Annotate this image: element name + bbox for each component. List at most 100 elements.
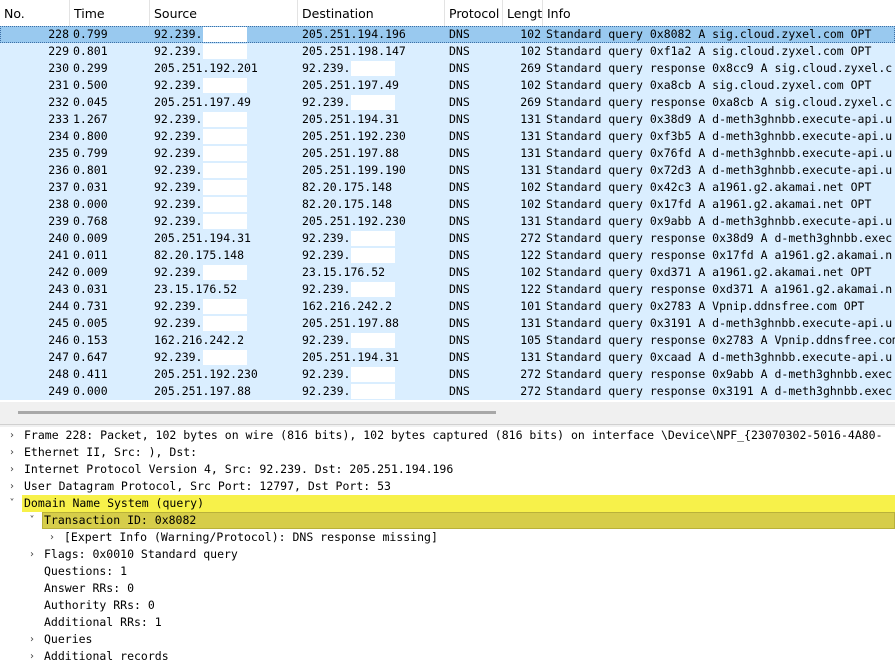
packet-cell-no: 239: [48, 214, 69, 228]
detail-tree-item[interactable]: › Ethernet II, Src: ), Dst:: [0, 444, 895, 461]
packet-cell-info: Standard query response 0x2783 A Vpnip.d…: [546, 333, 895, 347]
horizontal-scrollbar[interactable]: [0, 402, 895, 424]
detail-tree-item[interactable]: › Queries: [0, 631, 895, 648]
redaction-mask: [351, 333, 395, 348]
redaction-mask: [351, 282, 395, 297]
redaction-mask: [351, 231, 395, 246]
packet-row[interactable]: 228 0.799 92.239. 205.251.194.196 DNS 102 Stan…: [0, 26, 895, 43]
packet-cell-time: 0.799: [73, 146, 108, 160]
packet-cell-time: 0.031: [73, 282, 108, 296]
packet-cell-time: 0.000: [73, 384, 108, 398]
packet-cell-src: 205.251.197.49: [154, 95, 251, 109]
packet-cell-proto: DNS: [449, 78, 470, 92]
packet-row[interactable]: 244 0.731 92.239. 162.216.242.2 DNS 101 Standa…: [0, 298, 895, 315]
redaction-mask: [351, 95, 395, 110]
packet-cell-proto: DNS: [449, 27, 470, 41]
packet-cell-len: 122: [520, 282, 541, 296]
packet-row[interactable]: 238 0.000 92.239. 82.20.175.148 DNS 102 Standa…: [0, 196, 895, 213]
packet-list-header: No. Time Source Destination Protocol Len…: [0, 0, 895, 27]
packet-cell-info: Standard query 0xf1a2 A sig.cloud.zyxel.…: [546, 44, 872, 58]
packet-cell-dst: 205.251.192.230: [302, 129, 406, 143]
packet-cell-time: 0.800: [73, 129, 108, 143]
packet-cell-dst: 205.251.194.31: [302, 350, 399, 364]
detail-tree-item[interactable]: › Additional records: [0, 648, 895, 665]
chevron-right-icon[interactable]: ›: [26, 546, 38, 563]
packet-row[interactable]: 247 0.647 92.239. 205.251.194.31 DNS 131 Stand…: [0, 349, 895, 366]
chevron-right-icon[interactable]: ›: [6, 444, 18, 461]
column-header-info[interactable]: Info: [543, 0, 895, 26]
column-header-source[interactable]: Source: [150, 0, 298, 26]
detail-tree-item[interactable]: ˅ Transaction ID: 0x8082: [0, 512, 895, 529]
detail-tree-item[interactable]: › [Expert Info (Warning/Protocol): DNS re…: [0, 529, 895, 546]
packet-row[interactable]: 242 0.009 92.239. 23.15.176.52 DNS 102 Standar…: [0, 264, 895, 281]
packet-cell-len: 131: [520, 129, 541, 143]
packet-cell-time: 0.411: [73, 367, 108, 381]
packet-row[interactable]: 237 0.031 92.239. 82.20.175.148 DNS 102 Standa…: [0, 179, 895, 196]
detail-tree-item[interactable]: › Internet Protocol Version 4, Src: 92.23…: [0, 461, 895, 478]
packet-cell-time: 0.009: [73, 231, 108, 245]
packet-cell-proto: DNS: [449, 44, 470, 58]
chevron-right-icon[interactable]: ›: [6, 478, 18, 495]
packet-cell-len: 269: [520, 61, 541, 75]
scrollbar-thumb[interactable]: [18, 411, 496, 414]
packet-cell-proto: DNS: [449, 180, 470, 194]
packet-row[interactable]: 243 0.031 23.15.176.52 92.239. DNS 122 Standar…: [0, 281, 895, 298]
packet-row[interactable]: 246 0.153 162.216.242.2 92.239. DNS 105 Standa…: [0, 332, 895, 349]
chevron-down-icon[interactable]: ˅: [6, 495, 18, 512]
packet-row[interactable]: 235 0.799 92.239. 205.251.197.88 DNS 131 Stand…: [0, 145, 895, 162]
chevron-right-icon[interactable]: ›: [6, 461, 18, 478]
packet-cell-dst: 205.251.192.230: [302, 214, 406, 228]
detail-tree-item[interactable]: ˅ Domain Name System (query): [0, 495, 895, 512]
redaction-mask: [203, 129, 247, 144]
packet-cell-no: 238: [48, 197, 69, 211]
packet-cell-info: Standard query 0x38d9 A d-meth3ghnbb.exe…: [546, 112, 893, 126]
packet-cell-no: 235: [48, 146, 69, 160]
packet-cell-len: 272: [520, 384, 541, 398]
detail-tree-item[interactable]: › Frame 228: Packet, 102 bytes on wire (8…: [0, 427, 895, 444]
packet-row[interactable]: 234 0.800 92.239. 205.251.192.230 DNS 131 Stan…: [0, 128, 895, 145]
packet-row[interactable]: 232 0.045 205.251.197.49 92.239. DNS 269 Stand…: [0, 94, 895, 111]
packet-cell-no: 234: [48, 129, 69, 143]
packet-row[interactable]: 230 0.299 205.251.192.201 92.239. DNS 269 Stan…: [0, 60, 895, 77]
packet-row[interactable]: 229 0.801 92.239. 205.251.198.147 DNS 102 Stan…: [0, 43, 895, 60]
redaction-mask: [203, 350, 247, 365]
chevron-right-icon[interactable]: ›: [26, 648, 38, 665]
packet-cell-src: 205.251.192.201: [154, 61, 258, 75]
packet-cell-len: 105: [520, 333, 541, 347]
packet-cell-info: Standard query response 0x17fd A a1961.g…: [546, 248, 893, 262]
chevron-down-icon[interactable]: ˅: [26, 512, 38, 529]
detail-tree-item[interactable]: › User Datagram Protocol, Src Port: 12797…: [0, 478, 895, 495]
redaction-mask: [203, 112, 247, 127]
column-header-time[interactable]: Time: [70, 0, 150, 26]
detail-tree-label: Questions: 1: [44, 564, 128, 578]
packet-cell-proto: DNS: [449, 299, 470, 313]
packet-cell-len: 272: [520, 231, 541, 245]
detail-tree-item[interactable]: Questions: 1: [0, 563, 895, 580]
column-header-no[interactable]: No.: [0, 0, 70, 26]
packet-cell-proto: DNS: [449, 129, 470, 143]
chevron-right-icon[interactable]: ›: [26, 631, 38, 648]
packet-row[interactable]: 248 0.411 205.251.192.230 92.239. DNS 272 Stan…: [0, 366, 895, 383]
detail-tree-item[interactable]: › Flags: 0x0010 Standard query: [0, 546, 895, 563]
packet-row[interactable]: 239 0.768 92.239. 205.251.192.230 DNS 131 Stan…: [0, 213, 895, 230]
packet-row[interactable]: 240 0.009 205.251.194.31 92.239. DNS 272 Stand…: [0, 230, 895, 247]
column-header-protocol[interactable]: Protocol: [445, 0, 503, 26]
packet-row[interactable]: 241 0.011 82.20.175.148 92.239. DNS 122 Standa…: [0, 247, 895, 264]
packet-row[interactable]: 249 0.000 205.251.197.88 92.239. DNS 272 Stand…: [0, 383, 895, 400]
packet-cell-len: 272: [520, 367, 541, 381]
detail-tree-label: Additional RRs: 1: [44, 615, 162, 629]
chevron-right-icon[interactable]: ›: [46, 529, 58, 546]
packet-row[interactable]: 236 0.801 92.239. 205.251.199.190 DNS 131 Stan…: [0, 162, 895, 179]
packet-row[interactable]: 245 0.005 92.239. 205.251.197.88 DNS 131 Stand…: [0, 315, 895, 332]
column-header-length[interactable]: Length: [503, 0, 543, 26]
packet-row[interactable]: 231 0.500 92.239. 205.251.197.49 DNS 102 Stand…: [0, 77, 895, 94]
packet-cell-dst: 205.251.197.88: [302, 146, 399, 160]
detail-tree-item[interactable]: Additional RRs: 1: [0, 614, 895, 631]
detail-tree-item[interactable]: Answer RRs: 0: [0, 580, 895, 597]
column-header-destination[interactable]: Destination: [298, 0, 445, 26]
detail-tree-label: Additional records: [44, 649, 169, 663]
chevron-right-icon[interactable]: ›: [6, 427, 18, 444]
packet-row[interactable]: 233 1.267 92.239. 205.251.194.31 DNS 131 Stand…: [0, 111, 895, 128]
detail-tree-item[interactable]: Authority RRs: 0: [0, 597, 895, 614]
packet-cell-info: Standard query 0x76fd A d-meth3ghnbb.exe…: [546, 146, 893, 160]
